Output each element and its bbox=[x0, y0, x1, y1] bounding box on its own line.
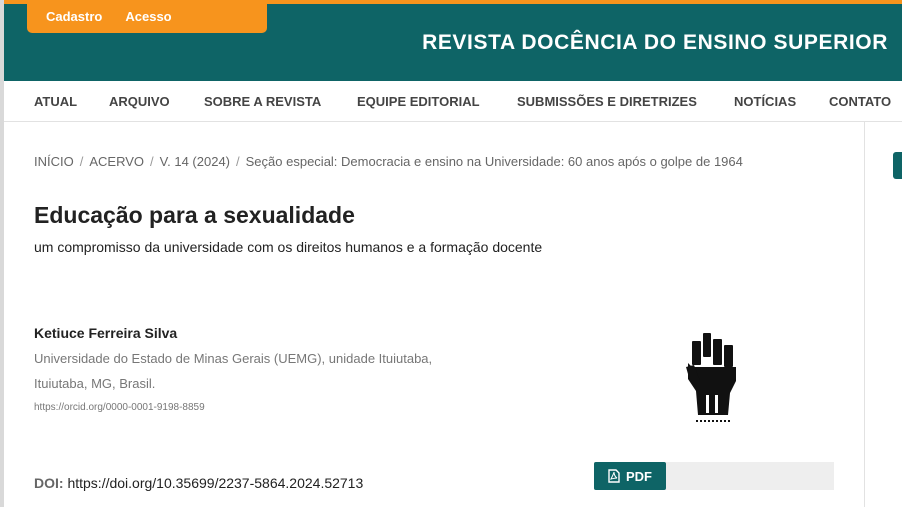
orcid-link[interactable]: https://orcid.org/0000-0001-9198-8859 bbox=[34, 402, 205, 413]
user-nav: Cadastro Acesso bbox=[27, 0, 267, 33]
site-title[interactable]: REVISTA DOCÊNCIA DO ENSINO SUPERIOR bbox=[422, 31, 888, 55]
doi: DOI: https://doi.org/10.35699/2237-5864.… bbox=[34, 475, 363, 491]
nav-item-submissions[interactable]: SUBMISSÕES E DIRETRIZES bbox=[517, 94, 697, 109]
file-pdf-icon bbox=[608, 469, 620, 483]
nav-item-archive[interactable]: ARQUIVO bbox=[109, 94, 170, 109]
author-name: Ketiuce Ferreira Silva bbox=[34, 325, 178, 341]
nav-item-about[interactable]: SOBRE A REVISTA bbox=[204, 94, 321, 109]
breadcrumb-archive[interactable]: ACERVO bbox=[89, 154, 144, 169]
author-affiliation: Universidade do Estado de Minas Gerais (… bbox=[34, 351, 433, 366]
breadcrumb-separator: / bbox=[79, 154, 84, 169]
breadcrumb-separator: / bbox=[150, 154, 154, 169]
pdf-button-label: PDF bbox=[626, 468, 652, 484]
pdf-button[interactable]: PDF bbox=[594, 462, 666, 490]
page-subtitle: um compromisso da universidade com os di… bbox=[34, 239, 543, 255]
sidebar-block[interactable] bbox=[893, 152, 902, 179]
page-title: Educação para a sexualidade bbox=[34, 202, 355, 228]
nav-item-editorial-team[interactable]: EQUIPE EDITORIAL bbox=[357, 94, 480, 109]
sidebar-divider bbox=[864, 122, 865, 507]
nav-divider bbox=[4, 121, 902, 122]
breadcrumb: INÍCIO / ACERVO / V. 14 (2024) / Seção especia… bbox=[34, 154, 743, 169]
login-link[interactable]: Acesso bbox=[125, 9, 171, 24]
nav-item-news[interactable]: NOTÍCIAS bbox=[734, 94, 796, 109]
raised-fist-icon bbox=[686, 333, 736, 422]
doi-label: DOI: bbox=[34, 475, 64, 491]
primary-nav: ATUAL ARQUIVO SOBRE A REVISTA EQUIPE EDI… bbox=[4, 81, 902, 121]
breadcrumb-home[interactable]: INÍCIO bbox=[34, 154, 74, 169]
doi-link[interactable]: https://doi.org/10.35699/2237-5864.2024.… bbox=[67, 475, 363, 491]
breadcrumb-issue[interactable]: V. 14 (2024) bbox=[160, 154, 230, 169]
breadcrumb-section: Seção especial: Democracia e ensino na U… bbox=[245, 154, 743, 169]
nav-item-current[interactable]: ATUAL bbox=[34, 94, 77, 109]
author-affiliation-location: Ituiutaba, MG, Brasil. bbox=[34, 376, 156, 391]
breadcrumb-separator: / bbox=[236, 154, 240, 169]
register-link[interactable]: Cadastro bbox=[46, 9, 102, 24]
nav-item-contact[interactable]: CONTATO bbox=[829, 94, 891, 109]
